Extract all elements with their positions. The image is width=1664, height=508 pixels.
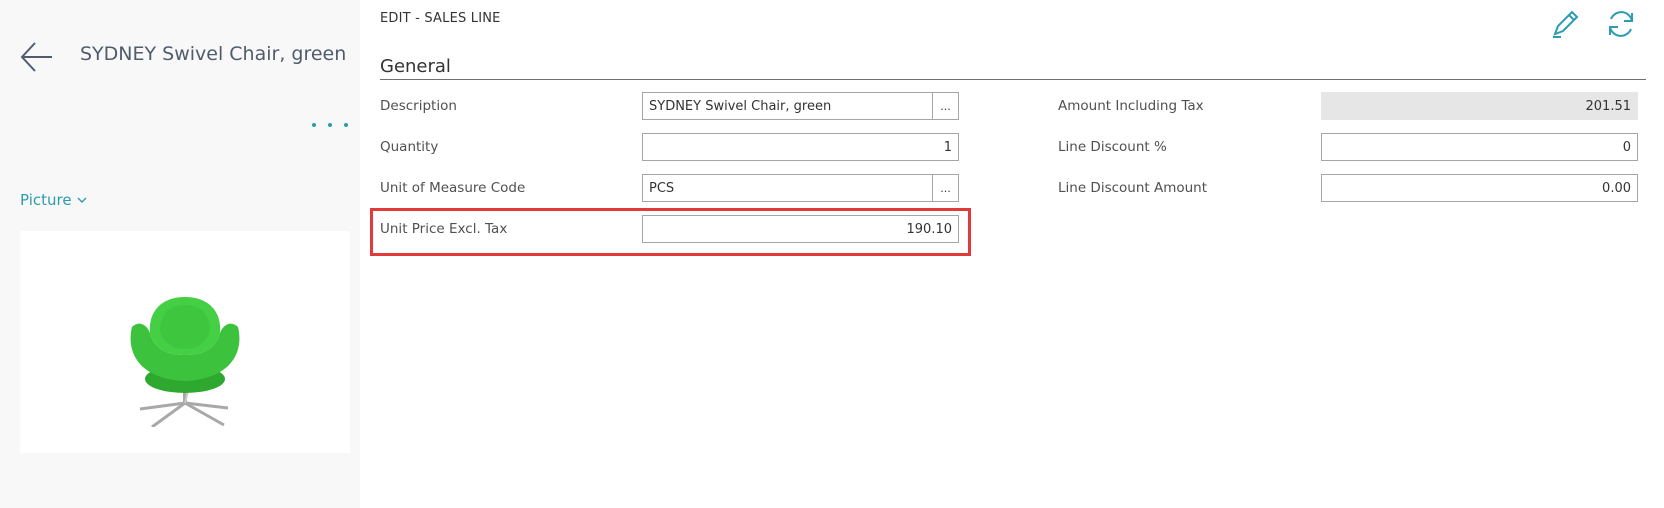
quantity-input[interactable]: 1 — [642, 133, 959, 161]
description-lookup-button[interactable]: ... — [932, 92, 959, 120]
line-discount-pct-label: Line Discount % — [1058, 139, 1167, 155]
edit-button[interactable] — [1547, 6, 1583, 42]
unit-of-measure-input[interactable]: PCS — [642, 174, 933, 202]
unit-of-measure-label: Unit of Measure Code — [380, 180, 526, 196]
page-caption: EDIT - SALES LINE — [380, 11, 501, 26]
refresh-button[interactable] — [1603, 6, 1639, 42]
unit-price-highlight — [370, 208, 971, 256]
item-picture — [20, 231, 350, 453]
field-line-discount-pct: Line Discount % 0 — [1058, 133, 1648, 161]
line-discount-amount-label: Line Discount Amount — [1058, 180, 1208, 196]
picture-factbox-label: Picture — [20, 191, 72, 209]
sales-line-page: SYDNEY Swivel Chair, green Picture EDIT … — [0, 0, 1664, 508]
field-amount-incl-tax: Amount Including Tax 201.51 — [1058, 92, 1648, 120]
description-input[interactable]: SYDNEY Swivel Chair, green — [642, 92, 933, 120]
record-title: SYDNEY Swivel Chair, green — [80, 43, 347, 65]
more-options-button[interactable] — [312, 118, 348, 132]
more-options-icon — [344, 123, 348, 127]
back-button[interactable] — [18, 38, 56, 76]
pencil-icon — [1553, 10, 1579, 38]
field-unit-of-measure: Unit of Measure Code PCS ... — [380, 174, 960, 202]
amount-incl-tax-label: Amount Including Tax — [1058, 98, 1204, 114]
left-panel: SYDNEY Swivel Chair, green Picture — [0, 0, 360, 508]
line-discount-amount-input[interactable]: 0.00 — [1321, 174, 1638, 202]
quantity-label: Quantity — [380, 139, 439, 155]
more-options-icon — [328, 123, 332, 127]
description-label: Description — [380, 98, 457, 114]
field-description: Description SYDNEY Swivel Chair, green .… — [380, 92, 960, 120]
unit-of-measure-lookup-button[interactable]: ... — [932, 174, 959, 202]
refresh-icon — [1609, 11, 1633, 37]
chevron-down-icon — [77, 197, 87, 203]
green-chair-image — [130, 297, 240, 427]
amount-incl-tax-value: 201.51 — [1321, 92, 1638, 120]
field-quantity: Quantity 1 — [380, 133, 960, 161]
more-options-icon — [312, 123, 316, 127]
line-discount-pct-input[interactable]: 0 — [1321, 133, 1638, 161]
picture-factbox-toggle[interactable]: Picture — [20, 191, 88, 209]
field-line-discount-amount: Line Discount Amount 0.00 — [1058, 174, 1648, 202]
back-arrow-icon — [20, 42, 52, 72]
section-general-title: General — [380, 56, 1646, 80]
